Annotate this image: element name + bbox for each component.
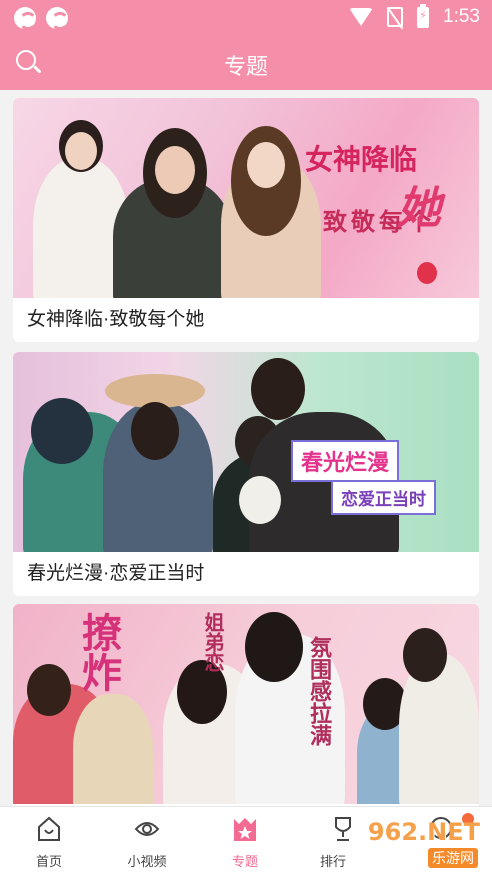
crown-star-icon xyxy=(234,818,256,841)
banner-title: 春光烂漫 xyxy=(291,440,400,482)
strawberry-icon xyxy=(417,262,437,284)
status-system-icons: 1:53 xyxy=(349,3,480,28)
tab-label: 专题 xyxy=(231,854,258,869)
topic-list[interactable]: 女神降临 致敬每个 她 女神降临·致敬每个她 春光烂漫 恋爱正当时 春光烂漫·恋… xyxy=(0,90,492,806)
status-bar: 1:53 xyxy=(0,0,492,36)
page-title: 专题 xyxy=(223,54,268,79)
topic-banner-image: 撩炸 姐弟恋 氛围感拉满 xyxy=(13,604,479,804)
banner-subtitle-accent: 她 xyxy=(397,183,441,234)
app-notification-icon xyxy=(46,7,69,30)
banner-subtitle: 恋爱正当时 xyxy=(331,480,436,515)
status-time: 1:53 xyxy=(443,6,480,27)
banner-subtitle: 姐弟恋 xyxy=(201,612,225,672)
banner-tagline: 氛围感拉满 xyxy=(306,636,332,746)
app-notification-icon xyxy=(14,7,37,30)
tab-home[interactable]: 首页 xyxy=(0,807,98,874)
banner-title: 撩炸 xyxy=(75,612,122,692)
topic-banner-image: 女神降临 致敬每个 她 xyxy=(13,98,479,298)
tab-topics[interactable]: 专题 xyxy=(196,807,294,874)
home-icon xyxy=(38,816,60,841)
status-notification-icons xyxy=(14,7,69,30)
tab-label: 首页 xyxy=(35,854,62,869)
site-watermark: 962.NET 乐游网 xyxy=(364,808,484,868)
app-header: 专题 xyxy=(0,36,492,90)
watermark-brand: 962.NET xyxy=(367,818,480,846)
wifi-icon xyxy=(349,8,374,26)
topic-card[interactable]: 春光烂漫 恋爱正当时 春光烂漫·恋爱正当时 xyxy=(13,352,479,596)
topic-card[interactable]: 女神降临 致敬每个 她 女神降临·致敬每个她 xyxy=(13,98,479,342)
topic-banner-image: 春光烂漫 恋爱正当时 xyxy=(13,352,479,552)
eye-icon xyxy=(134,822,160,836)
topic-caption: 女神降临·致敬每个她 xyxy=(27,309,205,330)
tab-label: 小视频 xyxy=(127,854,167,869)
battery-charging-icon xyxy=(417,3,430,28)
dog xyxy=(239,476,281,524)
no-sim-icon xyxy=(387,7,404,27)
watermark-sub: 乐游网 xyxy=(428,848,478,868)
trophy-icon xyxy=(335,817,351,841)
topic-caption: 春光烂漫·恋爱正当时 xyxy=(27,563,205,584)
tab-short-video[interactable]: 小视频 xyxy=(98,807,196,874)
topic-card[interactable]: 撩炸 姐弟恋 氛围感拉满 xyxy=(13,604,479,806)
